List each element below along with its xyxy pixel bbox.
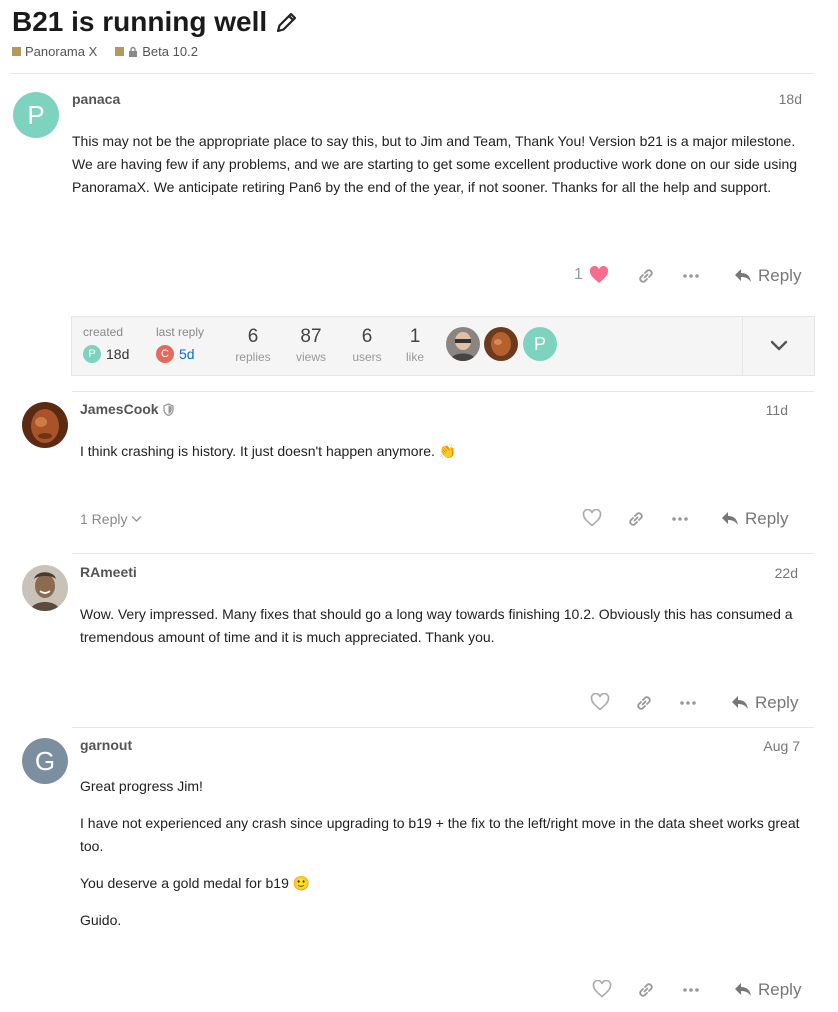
avatar: P — [83, 345, 101, 363]
shield-icon — [162, 402, 174, 416]
post-date[interactable]: 11d — [766, 402, 788, 418]
post-author[interactable]: JamesCook — [80, 401, 174, 417]
avatar: C — [156, 345, 174, 363]
reply-button[interactable]: Reply — [734, 266, 801, 286]
post-paragraph: I have not experienced any crash since u… — [80, 815, 800, 854]
post-paragraph: I think crashing is history. It just doe… — [80, 443, 457, 459]
more-options-button[interactable] — [681, 266, 701, 286]
ellipsis-icon — [683, 988, 699, 992]
divider — [72, 727, 814, 728]
share-link-button[interactable] — [626, 509, 646, 529]
share-link-button[interactable] — [636, 266, 656, 286]
expand-topic-map-button[interactable] — [742, 317, 814, 375]
reply-button[interactable]: Reply — [734, 980, 801, 1000]
category-link[interactable]: Panorama X — [25, 44, 97, 59]
avatar[interactable]: G — [22, 738, 68, 784]
stat-views: 87 views — [295, 326, 326, 364]
link-icon — [637, 696, 651, 710]
avatar[interactable] — [22, 402, 68, 448]
post-paragraph: Wow. Very impressed. Many fixes that sho… — [80, 606, 793, 645]
category-swatch — [12, 47, 21, 56]
reply-arrow-icon — [732, 696, 748, 709]
participant-avatar[interactable] — [446, 327, 480, 361]
like-button[interactable]: 1 — [574, 266, 609, 284]
like-count: 1 — [574, 266, 583, 283]
link-icon — [639, 983, 653, 997]
divider — [72, 391, 814, 392]
reply-arrow-icon — [735, 983, 751, 996]
like-button[interactable] — [592, 980, 612, 998]
heart-icon — [589, 266, 608, 283]
topic-title: B21 is running well — [12, 6, 299, 38]
stat-users: 6 users — [352, 326, 382, 364]
reply-label: Reply — [758, 266, 802, 285]
reply-label: Reply — [755, 693, 799, 712]
reply-label: Reply — [758, 980, 802, 999]
reply-arrow-icon — [735, 269, 751, 282]
edit-pencil-icon[interactable] — [275, 10, 299, 34]
post-paragraph: Guido. — [80, 912, 122, 928]
subcategory-swatch — [115, 47, 125, 56]
reply-button[interactable]: Reply — [721, 509, 788, 529]
ellipsis-icon — [672, 517, 688, 521]
post-author[interactable]: RAmeeti — [80, 564, 137, 580]
share-link-button[interactable] — [634, 693, 654, 713]
subcategory-link[interactable]: Beta 10.2 — [142, 44, 198, 59]
reply-button[interactable]: Reply — [731, 693, 798, 713]
more-options-button[interactable] — [678, 693, 698, 713]
post-author[interactable]: garnout — [80, 737, 132, 753]
last-reply-value: 5d — [179, 346, 195, 362]
avatar[interactable] — [22, 565, 68, 611]
more-options-button[interactable] — [670, 509, 690, 529]
topic-title-text: B21 is running well — [12, 6, 268, 37]
created-label: created — [83, 325, 124, 339]
breadcrumb: Panorama X Beta 10.2 — [12, 44, 198, 59]
lock-icon — [129, 46, 138, 57]
post-paragraph: This may not be the appropriate place to… — [72, 133, 798, 195]
link-icon — [629, 512, 643, 526]
show-replies-button[interactable]: 1 Reply — [80, 511, 142, 527]
ellipsis-icon — [680, 701, 696, 705]
ellipsis-icon — [683, 274, 699, 278]
topic-map: created P 18d last reply C 5d 6 replies … — [71, 316, 815, 376]
participant-avatar[interactable] — [484, 327, 518, 361]
divider — [10, 73, 814, 74]
like-button[interactable] — [590, 693, 610, 711]
link-icon — [639, 269, 653, 283]
post-paragraph: You deserve a gold medal for b19 🙂 — [80, 875, 311, 891]
participant-avatar[interactable]: P — [523, 327, 557, 361]
reply-arrow-icon — [722, 512, 738, 525]
post-date[interactable]: 18d — [779, 91, 802, 107]
heart-outline-icon — [582, 509, 602, 527]
more-options-button[interactable] — [681, 980, 701, 1000]
chevron-down-icon — [131, 516, 142, 522]
post-date[interactable]: 22d — [775, 565, 798, 581]
reply-label: Reply — [745, 509, 789, 528]
post-author[interactable]: panaca — [72, 91, 120, 107]
post-body: Wow. Very impressed. Many fixes that sho… — [80, 603, 810, 663]
heart-outline-icon — [590, 693, 610, 711]
divider — [72, 553, 814, 554]
share-link-button[interactable] — [636, 980, 656, 1000]
post-body: I think crashing is history. It just doe… — [80, 440, 800, 477]
last-reply-column[interactable]: last reply C 5d — [156, 325, 204, 363]
post-body: This may not be the appropriate place to… — [72, 130, 807, 213]
created-value: 18d — [106, 346, 130, 362]
chevron-down-icon — [770, 340, 787, 351]
post-body: Great progress Jim! I have not experienc… — [80, 775, 815, 946]
avatar[interactable]: P — [13, 92, 59, 138]
created-column[interactable]: created P 18d — [83, 325, 129, 363]
stat-likes: 1 like — [405, 326, 424, 364]
heart-outline-icon — [592, 980, 612, 998]
last-reply-label: last reply — [156, 325, 205, 339]
post-date[interactable]: Aug 7 — [763, 738, 800, 754]
post-paragraph: Great progress Jim! — [80, 778, 203, 794]
stat-replies: 6 replies — [235, 326, 271, 364]
like-button[interactable] — [582, 509, 602, 527]
